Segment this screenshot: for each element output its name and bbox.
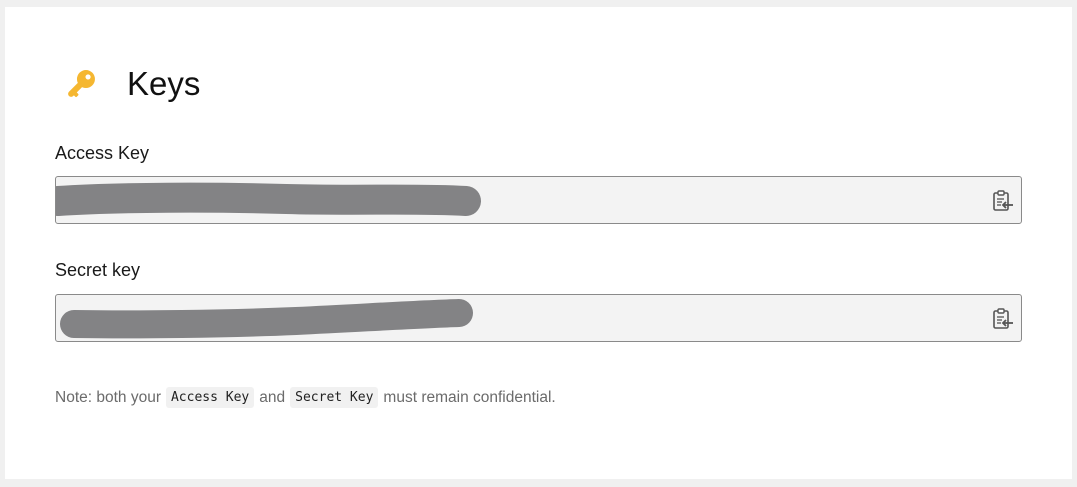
access-key-input[interactable] xyxy=(56,177,1021,223)
note-code-access-key: Access Key xyxy=(165,387,255,408)
clipboard-copy-icon xyxy=(993,308,1013,329)
note-prefix: Note: both your xyxy=(55,388,161,406)
page-header: Keys xyxy=(60,63,200,105)
confidentiality-note: Note: both your Access Key and Secret Ke… xyxy=(55,387,556,408)
access-key-copy-button[interactable] xyxy=(991,189,1015,213)
secret-key-copy-button[interactable] xyxy=(991,307,1015,331)
note-middle: and xyxy=(259,388,286,406)
clipboard-copy-icon xyxy=(993,190,1013,211)
secret-key-label: Secret key xyxy=(55,260,141,280)
page-title: Keys xyxy=(127,65,201,102)
access-key-field[interactable] xyxy=(55,176,1022,224)
access-key-label: Access Key xyxy=(55,143,150,163)
secret-key-field[interactable] xyxy=(55,294,1022,342)
secret-key-input[interactable] xyxy=(56,295,1021,341)
note-suffix: must remain confidential. xyxy=(383,388,556,406)
key-icon xyxy=(60,63,102,105)
note-code-secret-key: Secret Key xyxy=(290,387,379,408)
keys-panel: Keys Access Key Secret key Note: both yo… xyxy=(5,7,1072,479)
